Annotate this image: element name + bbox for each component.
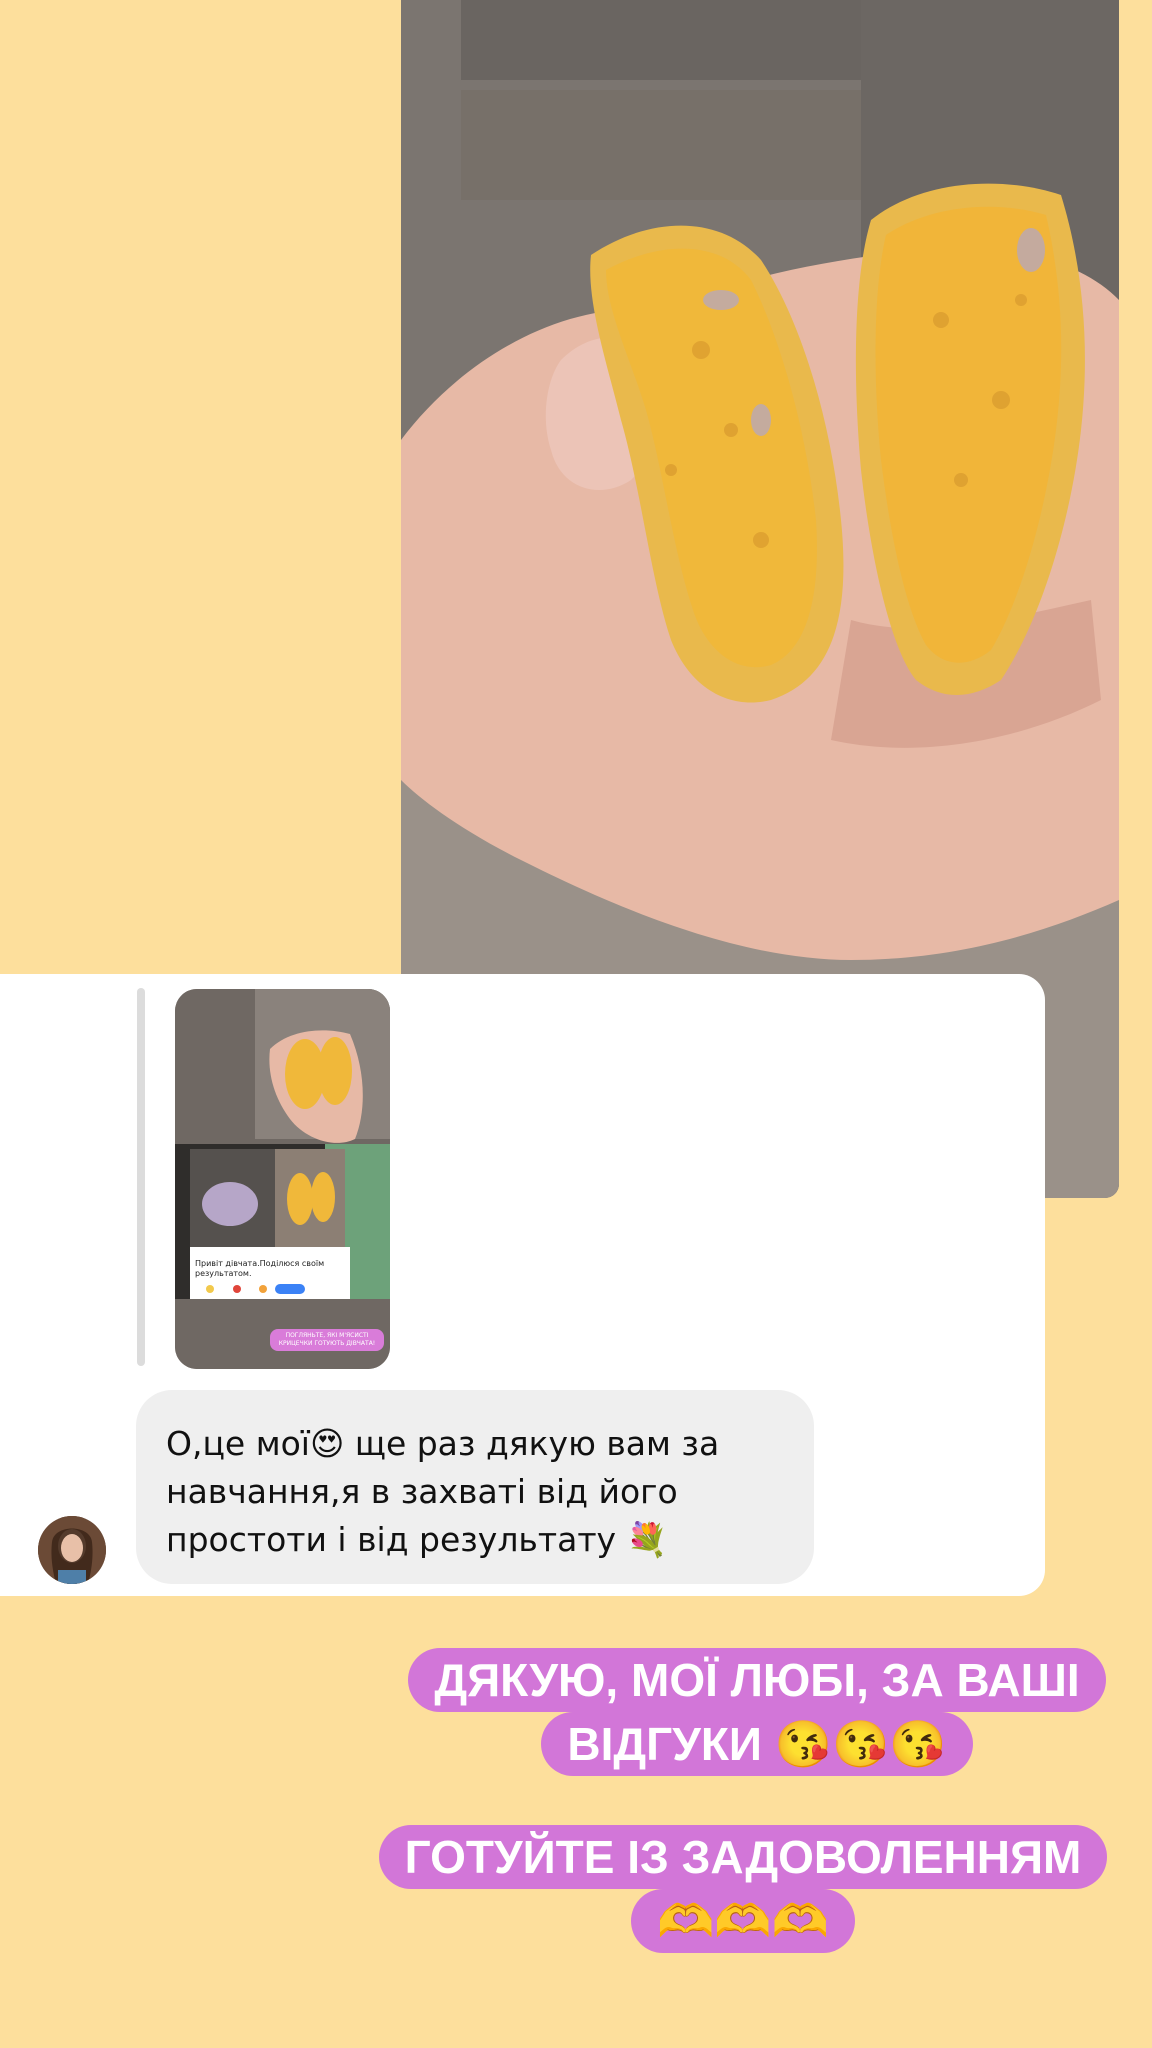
caption-line-2: ВІДГУКИ 😘😘😘 [541,1712,973,1776]
story-thumbnail-sticker: ПОГЛЯНЬТЕ, ЯКІ М'ЯСИСТІ КРИЦЕЧКИ ГОТУЮТЬ… [270,1329,384,1351]
story-thumbnail-illustration [175,989,390,1369]
message-text: О,це мої😍 ще раз дякую вам за навчання,я… [166,1424,720,1559]
caption-thanks: ДЯКУЮ, МОЇ ЛЮБІ, ЗА ВАШІ ВІДГУКИ 😘😘😘 [357,1648,1152,1776]
avatar[interactable] [38,1516,106,1584]
caption-cook: ГОТУЙТЕ ІЗ ЗАДОВОЛЕННЯМ 🫶🫶🫶 [343,1825,1143,1953]
story-reply-thumbnail[interactable]: Привіт дівчата.Поділюся своїм результато… [175,989,390,1369]
caption-line-1: ДЯКУЮ, МОЇ ЛЮБІ, ЗА ВАШІ [408,1648,1106,1712]
caption-line-3: ГОТУЙТЕ ІЗ ЗАДОВОЛЕННЯМ [378,1825,1108,1889]
reply-indicator-bar [137,988,145,1366]
avatar-image [38,1516,106,1584]
message-bubble[interactable]: О,це мої😍 ще раз дякую вам за навчання,я… [136,1390,814,1584]
caption-line-4: 🫶🫶🫶 [631,1889,855,1953]
dm-screenshot-card: Привіт дівчата.Поділюся своїм результато… [0,974,1045,1596]
story-thumbnail-text: Привіт дівчата.Поділюся своїм результато… [195,1259,325,1278]
